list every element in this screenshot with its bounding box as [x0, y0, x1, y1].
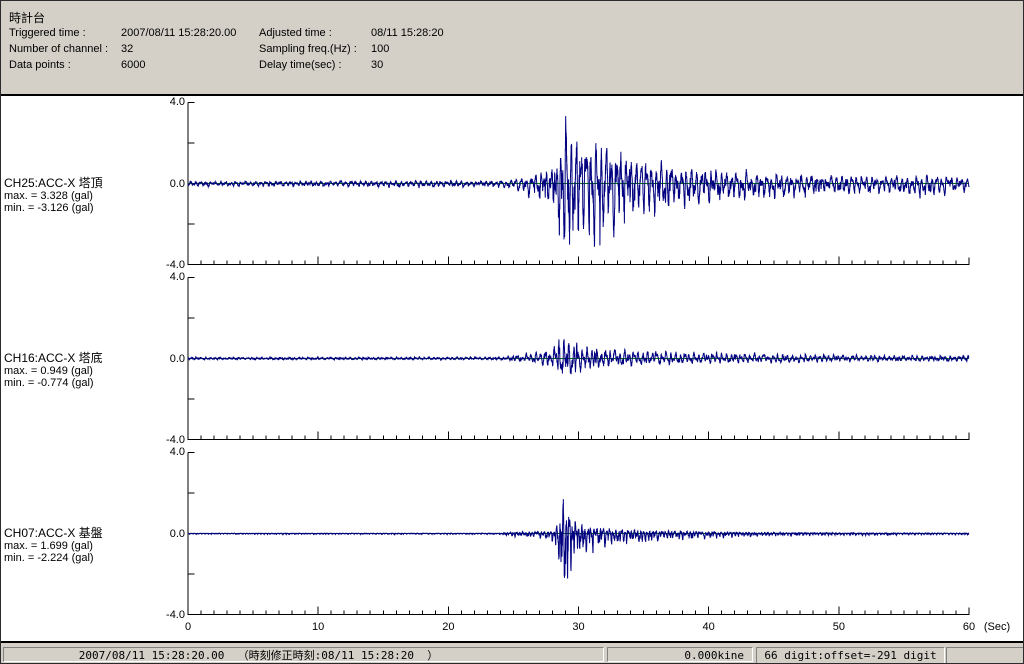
- y-axis-label: 0.0: [169, 352, 185, 365]
- field-value-triggered-time: 2007/08/11 15:28:20.00: [121, 27, 237, 39]
- x-axis-unit-label: (Sec): [983, 621, 1011, 633]
- x-axis-label: 30: [572, 621, 585, 633]
- status-bar: 2007/08/11 15:28:20.00 （時刻修正時刻:08/11 15:…: [1, 641, 1023, 663]
- waveform-trace: [187, 116, 970, 247]
- x-axis-label: 20: [442, 621, 455, 633]
- field-value-delay-time: 30: [371, 59, 384, 71]
- waveform-plot-ch07: [187, 452, 970, 615]
- waveform-trace: [187, 339, 970, 375]
- channel-min: min. = -0.774 (gal): [4, 377, 94, 389]
- field-label-delay-time: Delay time(sec) :: [259, 59, 342, 71]
- channel-max: max. = 1.699 (gal): [4, 539, 93, 552]
- channel-info-ch07: CH07:ACC-X 基盤 max. = 1.699 (gal) min. = …: [4, 527, 103, 565]
- channel-info-ch25: CH25:ACC-X 塔頂 max. = 3.328 (gal) min. = …: [4, 177, 103, 215]
- field-label-triggered-time: Triggered time :: [9, 27, 86, 39]
- channel-max: max. = 3.328 (gal): [4, 189, 93, 202]
- y-axis-label: 4.0: [169, 96, 185, 108]
- channel-min: min. = -2.224 (gal): [4, 552, 94, 564]
- status-kine-segment: 0.000kine: [607, 647, 753, 662]
- y-axis-label: -4.0: [166, 259, 185, 271]
- field-value-adjusted-time: 08/11 15:28:20: [371, 27, 444, 39]
- y-axis-label: 4.0: [169, 446, 185, 458]
- channel-max: max. = 0.949 (gal): [4, 364, 93, 377]
- status-time-segment: 2007/08/11 15:28:20.00 （時刻修正時刻:08/11 15:…: [3, 647, 604, 662]
- y-axis-label: 4.0: [169, 271, 185, 283]
- y-axis-label: 0.0: [169, 527, 185, 540]
- field-label-sampling-freq: Sampling freq.(Hz) :: [259, 43, 357, 55]
- y-axis-label: 0.0: [169, 177, 185, 190]
- field-label-adjusted-time: Adjusted time :: [259, 27, 332, 39]
- x-axis-label: 40: [702, 621, 715, 633]
- status-extra-segment: [946, 647, 1023, 663]
- y-axis-label: -4.0: [166, 434, 185, 446]
- field-value-sampling-freq: 100: [371, 43, 390, 55]
- status-digit-segment: 66 digit:offset=-291 digit: [756, 647, 945, 663]
- window-title: 時計台: [9, 11, 46, 25]
- x-axis-label: 10: [312, 621, 325, 633]
- channel-name: CH07:ACC-X 基盤: [4, 526, 103, 540]
- x-axis-label: 50: [832, 621, 845, 633]
- channel-name: CH25:ACC-X 塔頂: [4, 176, 103, 190]
- waveform-plot-ch25: [187, 102, 970, 265]
- field-value-number-of-channel: 32: [121, 43, 134, 55]
- y-axis-label: -4.0: [166, 609, 185, 621]
- waveform-trace: [187, 499, 970, 579]
- channel-info-ch16: CH16:ACC-X 塔底 max. = 0.949 (gal) min. = …: [4, 352, 103, 390]
- waveform-plot-ch16: [187, 277, 970, 440]
- field-value-data-points: 6000: [121, 59, 146, 71]
- field-label-number-of-channel: Number of channel :: [9, 43, 109, 55]
- channel-name: CH16:ACC-X 塔底: [4, 351, 103, 365]
- field-label-data-points: Data points :: [9, 59, 71, 71]
- waveform-viewer-window: 時計台 Triggered time : 2007/08/11 15:28:20…: [0, 0, 1024, 664]
- header-panel: 時計台 Triggered time : 2007/08/11 15:28:20…: [1, 1, 1023, 96]
- channel-min: min. = -3.126 (gal): [4, 202, 94, 214]
- x-axis-label: 0: [184, 621, 192, 633]
